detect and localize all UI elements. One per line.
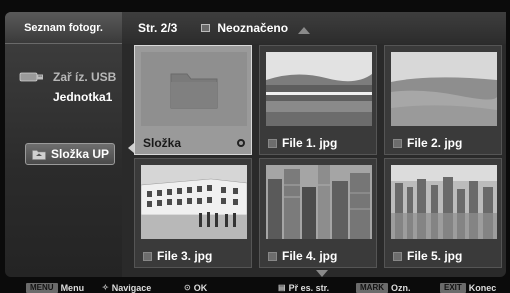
usb-icon: [19, 72, 43, 82]
folder-tile[interactable]: Složka: [134, 45, 252, 155]
photo-tile[interactable]: File 2. jpg: [384, 45, 502, 155]
scroll-down-icon[interactable]: [316, 270, 328, 277]
checkbox-icon[interactable]: [393, 251, 402, 261]
sidebar: Seznam fotogr. Zař íz. USB Jednotka1 Slo…: [5, 12, 122, 277]
tile-label: Složka: [143, 136, 182, 150]
grid-header: Str. 2/3 Neoznačeno: [122, 12, 506, 44]
city-photo-icon: [266, 165, 372, 239]
checkbox-icon[interactable]: [393, 138, 402, 148]
checkbox-icon[interactable]: [143, 251, 152, 261]
menu-hint[interactable]: MENU Menu: [26, 282, 85, 293]
usb-device-item[interactable]: Zař íz. USB: [19, 70, 116, 84]
mark-key: MARK: [356, 282, 388, 293]
photo-tile[interactable]: File 3. jpg: [134, 158, 252, 268]
photo-tile[interactable]: File 4. jpg: [259, 158, 377, 268]
tile-label: File 4. jpg: [268, 249, 337, 263]
navigation-icon: ✧: [102, 283, 109, 292]
folder-thumbnail: [141, 52, 247, 126]
exit-hint[interactable]: EXIT Konec: [440, 282, 497, 293]
exit-hint-label: Konec: [468, 282, 497, 293]
page-counter: Str. 2/3: [138, 21, 178, 35]
cityscape-photo-icon: [391, 165, 497, 239]
building-photo-icon: [141, 165, 247, 239]
city-photo-thumbnail: [266, 165, 372, 239]
dam-photo-icon: [266, 52, 372, 126]
tile-label: File 2. jpg: [393, 136, 462, 150]
building-photo-thumbnail: [141, 165, 247, 239]
page-hint-label: Př es. str.: [288, 282, 330, 293]
navigation-hint-label: Navigace: [111, 282, 152, 293]
drive-label[interactable]: Jednotka1: [53, 90, 112, 104]
usb-device-label: Zař íz. USB: [53, 70, 117, 84]
sidebar-title: Seznam fotogr.: [5, 12, 122, 44]
checkbox-icon: [201, 24, 211, 32]
ok-hint[interactable]: ⊙ OK: [184, 283, 207, 293]
photo-tile[interactable]: File 5. jpg: [384, 158, 502, 268]
photo-list-screen: Seznam fotogr. Zař íz. USB Jednotka1 Slo…: [0, 0, 510, 293]
footer-bar: MENU Menu ✧ Navigace ⊙ OK ▤ Př es. str. …: [0, 282, 510, 293]
ok-hint-label: OK: [193, 282, 208, 293]
photo-tile[interactable]: File 1. jpg: [259, 45, 377, 155]
checkbox-icon[interactable]: [268, 138, 277, 148]
cityscape-photo-thumbnail: [391, 165, 497, 239]
scroll-up-icon[interactable]: [298, 26, 311, 34]
folder-icon: [141, 52, 247, 126]
navigation-hint: ✧ Navigace: [102, 283, 151, 293]
page-icon: ▤: [278, 283, 286, 292]
exit-key: EXIT: [440, 282, 466, 293]
folder-up-label: Složka UP: [51, 147, 110, 161]
checkbox-icon[interactable]: [268, 251, 277, 261]
tile-label: File 3. jpg: [143, 249, 212, 263]
mark-hint-label: Ozn.: [391, 282, 411, 293]
tile-label: File 5. jpg: [393, 249, 462, 263]
ok-icon: ⊙: [184, 283, 191, 292]
folder-up-icon: [32, 149, 46, 160]
coast-photo-thumbnail: [391, 52, 497, 126]
selected-marker-icon: [237, 139, 245, 147]
menu-hint-label: Menu: [60, 282, 85, 293]
menu-key: MENU: [26, 282, 58, 293]
coast-photo-icon: [391, 52, 497, 126]
folder-up-button[interactable]: Složka UP: [25, 143, 115, 165]
page-hint[interactable]: ▤ Př es. str.: [278, 283, 329, 293]
mark-filter-label: Neoznačeno: [217, 21, 289, 35]
mark-hint[interactable]: MARK Ozn.: [356, 282, 411, 293]
tile-label: File 1. jpg: [268, 136, 337, 150]
dam-photo-thumbnail: [266, 52, 372, 126]
